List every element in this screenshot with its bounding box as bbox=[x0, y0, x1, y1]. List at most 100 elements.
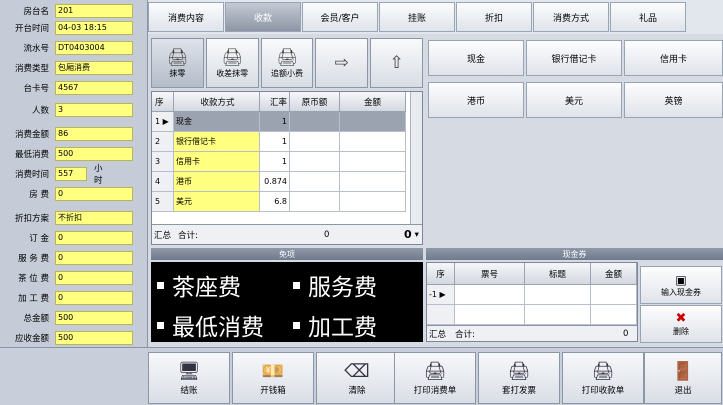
field-room-fee: 房 费0 bbox=[0, 186, 133, 202]
field-serial-no: 流水号 DT0403004 bbox=[0, 40, 133, 56]
consume-time-value: 557 bbox=[55, 167, 87, 181]
total-amount-value: 0 bbox=[404, 228, 412, 241]
tab-gift[interactable]: 礼品 bbox=[610, 2, 686, 32]
grid-footer: 汇总 合计: 0 0 ▾ bbox=[152, 224, 422, 244]
table-row[interactable] bbox=[427, 305, 637, 325]
input-voucher-button[interactable]: ▣ 输入现金券 bbox=[640, 266, 722, 304]
field-deposit: 订 金0 bbox=[0, 230, 133, 246]
pay-usd-button[interactable]: 美元 bbox=[526, 82, 622, 118]
pay-debit-card-button[interactable]: 银行借记卡 bbox=[526, 40, 622, 76]
field-discount-plan: 折扣方案 不折扣 bbox=[0, 210, 133, 226]
diff-round-off-button[interactable]: 🖨 收差抹零 bbox=[205, 38, 259, 88]
field-receivable: 应收金额 500 bbox=[0, 330, 133, 346]
grid-header: 序 收款方式 汇率 原币额 金额 bbox=[152, 92, 422, 112]
voucher-grid: 序 票号 标题 金额 -1 ▶ 汇总 合计: 0 bbox=[426, 262, 638, 342]
field-total: 总金额 500 bbox=[0, 310, 133, 326]
printer-icon: 🖨 bbox=[221, 47, 243, 68]
payment-toolbar: 🖨 抹零 🖨 收差抹零 🖨 追额小费 ⇨ ⇧ bbox=[151, 38, 423, 90]
discount-plan-value[interactable]: 不折扣 bbox=[55, 211, 133, 225]
serial-no-value[interactable]: DT0403004 bbox=[55, 41, 133, 55]
tab-consume-content[interactable]: 消费内容 bbox=[148, 2, 224, 32]
monitor-icon: 🖥 bbox=[177, 361, 201, 382]
tab-discount[interactable]: 折扣 bbox=[456, 2, 532, 32]
row-pointer-icon: ▶ bbox=[439, 290, 446, 299]
table-card-value[interactable]: 4567 bbox=[55, 81, 133, 95]
consume-amount-value: 86 bbox=[55, 127, 133, 141]
print-receipt-button[interactable]: 🖨 打印收款单 bbox=[562, 352, 644, 404]
table-row[interactable]: 2 银行借记卡 1 bbox=[152, 132, 422, 152]
field-consume-type: 消费类型 包厢消费 bbox=[0, 60, 133, 76]
eraser-icon: ⌫ bbox=[344, 361, 370, 382]
room-name-value[interactable]: 201 bbox=[55, 4, 133, 18]
printer-icon: 🖨 bbox=[166, 47, 189, 68]
table-row[interactable]: 4 港币 0.874 bbox=[152, 172, 422, 192]
total-orig-value: 0 bbox=[324, 229, 330, 240]
tab-credit[interactable]: 挂账 bbox=[379, 2, 455, 32]
min-consume-value: 500 bbox=[55, 147, 133, 161]
cash-box-icon: 💴 bbox=[261, 361, 285, 382]
exit-button[interactable]: 🚪 退出 bbox=[644, 352, 722, 404]
print-consume-button[interactable]: 🖨 打印消费单 bbox=[394, 352, 476, 404]
voucher-total-value: 0 bbox=[623, 328, 629, 339]
fee-min-consume[interactable]: 最低消费 bbox=[157, 308, 264, 342]
deposit-value: 0 bbox=[55, 231, 133, 245]
tab-payment[interactable]: 收款 bbox=[225, 2, 301, 32]
tea-fee-value: 0 bbox=[55, 271, 133, 285]
clear-button[interactable]: ⌫ 清除 bbox=[316, 352, 398, 404]
field-room-name: 房台名 201 bbox=[0, 3, 133, 19]
open-cash-box-button[interactable]: 💴 开钱箱 bbox=[232, 352, 314, 404]
round-off-button[interactable]: 🖨 抹零 bbox=[151, 38, 204, 88]
main-tabs: 消费内容 收款 会员/客户 挂账 折扣 消费方式 礼品 bbox=[148, 0, 723, 34]
add-tip-button[interactable]: 🖨 追额小费 bbox=[260, 38, 314, 88]
process-fee-value: 0 bbox=[55, 291, 133, 305]
printer-icon: 🖨 bbox=[276, 47, 298, 68]
checkout-button[interactable]: 🖥 结账 bbox=[148, 352, 230, 404]
open-time-value[interactable]: 04-03 18:15 bbox=[55, 21, 133, 35]
total-value: 500 bbox=[55, 311, 133, 325]
printer-icon: 🖨 bbox=[507, 361, 531, 382]
pay-gbp-button[interactable]: 英镑 bbox=[624, 82, 723, 118]
fee-service[interactable]: 服务费 bbox=[293, 268, 377, 302]
consume-type-value[interactable]: 包厢消费 bbox=[55, 61, 133, 75]
table-row[interactable]: 3 信用卡 1 bbox=[152, 152, 422, 172]
tab-member[interactable]: 会员/客户 bbox=[302, 2, 378, 32]
field-consume-amount: 消费金额 86 bbox=[0, 126, 133, 142]
delete-voucher-button[interactable]: ✖ 删除 bbox=[640, 305, 722, 343]
fee-process[interactable]: 加工费 bbox=[293, 308, 377, 342]
payment-grid: 序 收款方式 汇率 原币额 金额 1 ▶ 现金 1 2 银行借记卡 1 3 信用卡 1 4港… bbox=[151, 91, 423, 245]
tab-consume-mode[interactable]: 消费方式 bbox=[533, 2, 609, 32]
time-unit-label: 小时 bbox=[94, 164, 103, 186]
arrow-right-icon: ⇨ bbox=[334, 53, 349, 73]
printer-icon: 🖨 bbox=[423, 361, 447, 382]
table-row[interactable]: -1 ▶ bbox=[427, 285, 637, 305]
voucher-footer: 汇总 合计: 0 bbox=[427, 325, 637, 341]
room-fee-value: 0 bbox=[55, 187, 133, 201]
field-consume-time: 消费时间 557 小时 bbox=[14, 164, 103, 186]
chevron-down-icon[interactable]: ▾ bbox=[415, 230, 419, 240]
row-pointer-icon: ▶ bbox=[162, 117, 169, 126]
field-tea-fee: 茶 位 费0 bbox=[0, 270, 133, 286]
voucher-section-title: 现金券 bbox=[426, 248, 723, 260]
pay-hkd-button[interactable]: 港币 bbox=[428, 82, 524, 118]
arrow-up-button[interactable]: ⇧ bbox=[370, 38, 423, 88]
payment-method-panel: 现金 银行借记卡 信用卡 港币 美元 英镑 bbox=[428, 38, 723, 248]
order-info-panel: 房台名 201 开台时间 04-03 18:15 流水号 DT0403004 消费类型… bbox=[0, 0, 148, 347]
field-guests: 人数 3 bbox=[0, 102, 133, 118]
bottom-toolbar: 🖥 结账 💴 开钱箱 ⌫ 清除 🖨 打印消费单 🖨 套打发票 🖨 打印收款单 🚪 退出 bbox=[0, 347, 723, 405]
grid-scrollbar[interactable] bbox=[410, 92, 422, 224]
field-open-time: 开台时间 04-03 18:15 bbox=[0, 20, 133, 36]
guests-value[interactable]: 3 bbox=[55, 103, 133, 117]
arrow-up-icon: ⇧ bbox=[389, 53, 404, 73]
table-row[interactable]: 1 ▶ 现金 1 bbox=[152, 112, 422, 132]
print-invoice-button[interactable]: 🖨 套打发票 bbox=[478, 352, 560, 404]
fee-tea-seat[interactable]: 茶座费 bbox=[157, 268, 241, 302]
fees-section-title: 免项 bbox=[151, 248, 423, 260]
save-icon: ▣ bbox=[675, 272, 687, 287]
pay-credit-card-button[interactable]: 信用卡 bbox=[624, 40, 723, 76]
delete-icon: ✖ bbox=[675, 311, 687, 326]
table-row[interactable]: 5 美元 6.8 bbox=[152, 192, 422, 212]
service-fee-value: 0 bbox=[55, 251, 133, 265]
printer-icon: 🖨 bbox=[591, 361, 615, 382]
arrow-right-button[interactable]: ⇨ bbox=[315, 38, 369, 88]
pay-cash-button[interactable]: 现金 bbox=[428, 40, 524, 76]
